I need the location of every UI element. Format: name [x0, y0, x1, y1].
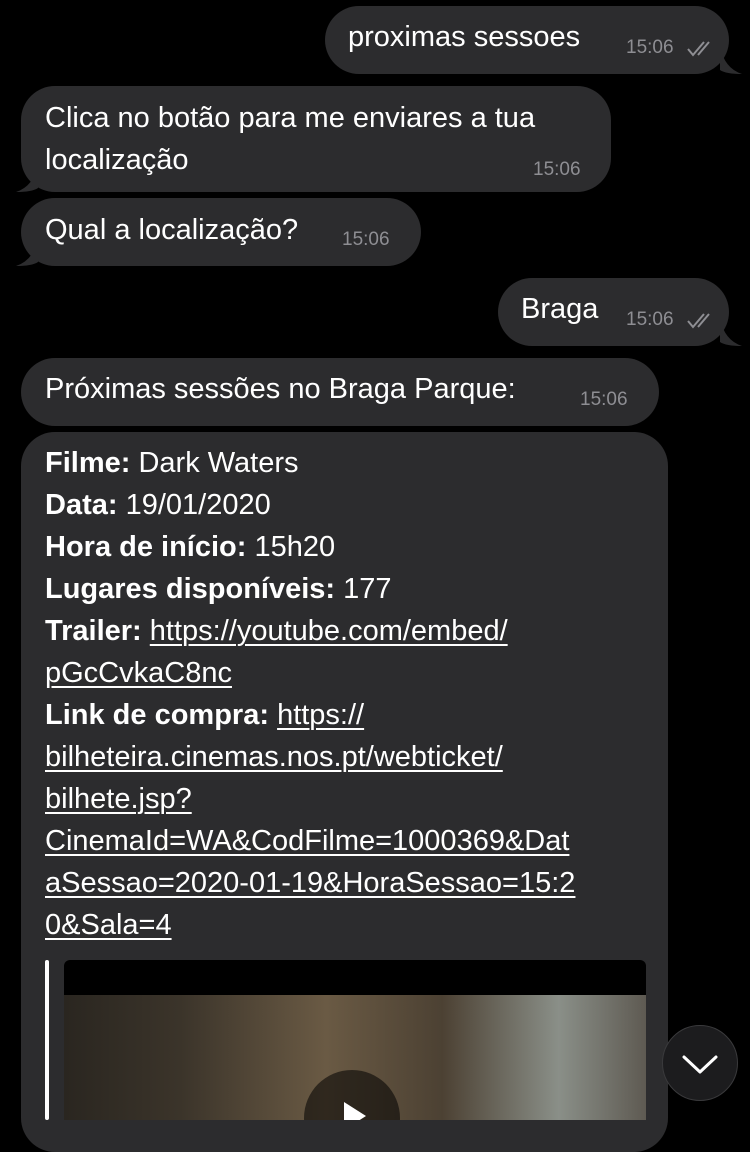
- buy-link[interactable]: https://: [277, 699, 364, 731]
- buy-link-continued: aSessao=2020-01-19&HoraSessao=15:2: [45, 862, 575, 904]
- chevron-down-icon: [682, 1055, 718, 1074]
- bubble-tail: [16, 238, 38, 266]
- date-row: Data: 19/01/2020: [45, 484, 575, 526]
- bubble-tail: [720, 318, 742, 346]
- start-time-value: 15h20: [254, 531, 336, 563]
- trailer-link[interactable]: pGcCvkaC8nc: [45, 657, 232, 689]
- message-time: 15:06: [342, 229, 390, 250]
- message-time: 15:06: [626, 37, 674, 58]
- buy-link-continued: bilhete.jsp?: [45, 778, 575, 820]
- film-row: Filme: Dark Waters: [45, 442, 575, 484]
- buy-row: Link de compra: https://: [45, 694, 575, 736]
- buy-link[interactable]: bilheteira.cinemas.nos.pt/webticket/: [45, 741, 503, 773]
- seats-label: Lugares disponíveis:: [45, 573, 336, 605]
- date-value: 19/01/2020: [125, 489, 271, 521]
- link-preview-accent: [45, 960, 49, 1120]
- start-time-row: Hora de início: 15h20: [45, 526, 575, 568]
- seats-value: 177: [343, 573, 392, 605]
- buy-link-continued: 0&Sala=4: [45, 904, 575, 946]
- trailer-link-continued: pGcCvkaC8nc: [45, 652, 575, 694]
- message-time: 15:06: [626, 309, 674, 330]
- film-label: Filme:: [45, 447, 131, 479]
- trailer-label: Trailer:: [45, 615, 142, 647]
- buy-link[interactable]: 0&Sala=4: [45, 909, 172, 941]
- message-text-line: localização: [45, 144, 189, 176]
- trailer-link[interactable]: https://youtube.com/embed/: [150, 615, 508, 647]
- date-label: Data:: [45, 489, 118, 521]
- message-time: 15:06: [533, 159, 581, 180]
- video-preview[interactable]: [64, 960, 646, 1120]
- bubble-tail: [720, 46, 742, 74]
- message-text: Próximas sessões no Braga Parque:: [45, 373, 516, 405]
- double-check-icon: [687, 41, 710, 57]
- film-value: Dark Waters: [138, 447, 299, 479]
- message-text: Qual a localização?: [45, 214, 299, 246]
- message-time: 15:06: [580, 389, 628, 410]
- session-details: Filme: Dark Waters Data: 19/01/2020 Hora…: [45, 442, 575, 946]
- message-text: proximas sessoes: [348, 21, 581, 53]
- seats-row: Lugares disponíveis: 177: [45, 568, 575, 610]
- start-time-label: Hora de início:: [45, 531, 247, 563]
- message-text: Braga: [521, 293, 599, 325]
- buy-link[interactable]: aSessao=2020-01-19&HoraSessao=15:2: [45, 867, 575, 899]
- scroll-down-button[interactable]: [662, 1025, 738, 1101]
- buy-link-continued: bilheteira.cinemas.nos.pt/webticket/: [45, 736, 575, 778]
- buy-link-continued: CinemaId=WA&CodFilme=1000369&Dat: [45, 820, 575, 862]
- double-check-icon: [687, 313, 710, 329]
- message-text-line: Clica no botão para me enviares a tua: [45, 102, 536, 134]
- buy-label: Link de compra:: [45, 699, 269, 731]
- buy-link[interactable]: CinemaId=WA&CodFilme=1000369&Dat: [45, 825, 569, 857]
- buy-link[interactable]: bilhete.jsp?: [45, 783, 192, 815]
- bubble-tail: [16, 164, 38, 192]
- trailer-row: Trailer: https://youtube.com/embed/: [45, 610, 575, 652]
